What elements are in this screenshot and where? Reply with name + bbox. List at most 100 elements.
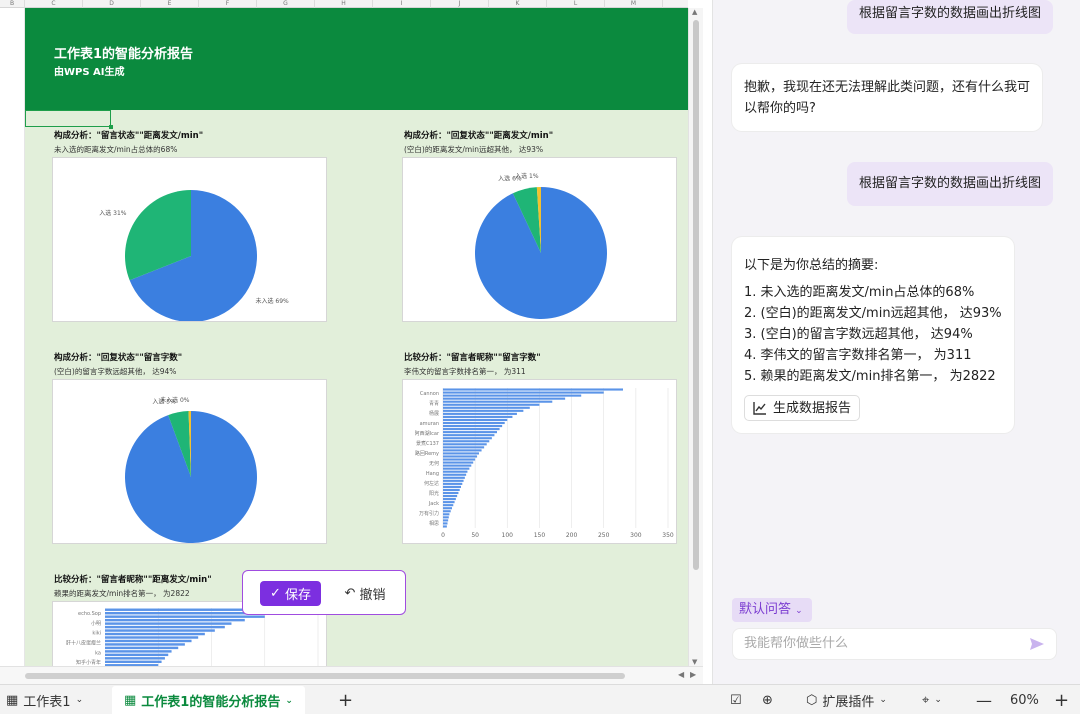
column-header-H[interactable]: H	[315, 0, 373, 8]
chevron-down-icon: ⌄	[285, 695, 293, 706]
bar	[443, 403, 540, 406]
bar	[443, 473, 467, 476]
pie-label: 未入选 0%	[160, 396, 190, 404]
column-header-F[interactable]: F	[199, 0, 257, 8]
y-category-label: 阿西湖Icar	[415, 430, 440, 437]
sheet-tab-1[interactable]: ▦ 工作表1 ⌄	[6, 685, 83, 714]
bar	[105, 636, 199, 639]
ai-chat-panel: 根据留言字数的数据画出折线图 抱歉，我现在还无法理解此类问题，还有什么我可以帮你…	[712, 0, 1080, 684]
column-header-I[interactable]: I	[373, 0, 431, 8]
bar-chart-nickname-wordcount[interactable]: 0 50 100 150 200 250 300 350 Cannon 青青 杨展 amuran 阿西湖…	[402, 379, 677, 544]
plugins-button[interactable]: ⬡ 扩展插件 ⌄	[806, 685, 887, 714]
column-header-E[interactable]: E	[141, 0, 199, 8]
bar	[443, 437, 492, 440]
y-category-label: Cannon	[420, 391, 439, 397]
x-tick-label: 250	[598, 532, 610, 539]
y-category-label: 阳光	[429, 490, 439, 497]
add-sheet-icon[interactable]: +	[338, 685, 353, 714]
column-header-K[interactable]: K	[489, 0, 547, 8]
x-tick-label: 350	[662, 532, 674, 539]
horizontal-scroll-thumb[interactable]	[25, 673, 625, 679]
chat-input[interactable]	[744, 636, 1014, 651]
bar	[105, 615, 265, 618]
chart-subtitle: 李伟文的留言字数排名第一， 为311	[404, 367, 526, 376]
column-header-B[interactable]: B	[0, 0, 25, 8]
bar	[443, 479, 464, 482]
selected-cell[interactable]	[25, 110, 113, 129]
bar	[105, 643, 185, 646]
sheet-tab-label: 工作表1的智能分析报告	[141, 695, 281, 710]
scroll-up-icon[interactable]: ▲	[692, 8, 697, 16]
send-icon[interactable]	[1028, 635, 1046, 653]
bar	[443, 391, 604, 394]
generate-report-button[interactable]: 生成数据报告	[744, 395, 861, 421]
pie-slice	[125, 411, 258, 543]
y-category-label: kiki	[92, 631, 101, 637]
bar	[443, 428, 500, 431]
summary-list: 1. 未入选的距离发文/min占总体的68% 2. (空白)的距离发文/min远…	[744, 282, 1002, 387]
y-category-label: ka	[95, 650, 101, 656]
column-header[interactable]: BCDEFGHIJKLM	[0, 0, 688, 8]
bar	[443, 452, 479, 455]
zoom-out-icon[interactable]: —	[976, 685, 992, 714]
chart-subtitle: 未入选的距离发文/min占总体的68%	[54, 145, 178, 154]
mode-selector[interactable]: 默认问答 ⌄	[732, 598, 812, 622]
status-bar: ▦ 工作表1 ⌄ ▦ 工作表1的智能分析报告 ⌄ + ☑ ⊕ ⬡ 扩展插件 ⌄ …	[0, 684, 1080, 714]
spreadsheet-area[interactable]: BCDEFGHIJKLM 工作表1的智能分析报告 由WPS AI生成 构成分析：…	[0, 0, 703, 684]
chart-title: 比较分析："留言者昵称""距离发文/min"	[54, 575, 212, 585]
horizontal-scrollbar[interactable]: ◀ ▶	[0, 666, 703, 684]
row-header[interactable]	[0, 8, 25, 666]
x-tick-label: 200	[566, 532, 578, 539]
column-header-G[interactable]: G	[257, 0, 315, 8]
zoom-level[interactable]: 60%	[1010, 685, 1039, 714]
bar	[443, 400, 553, 403]
bar	[443, 409, 524, 412]
bar	[105, 646, 179, 650]
y-category-label: 青青	[429, 400, 439, 407]
bar	[443, 421, 505, 425]
pie-chart-reply-status-distance[interactable]: (空白) 93%入选 6%入选 1%	[402, 157, 677, 322]
check-icon: ✓	[270, 586, 281, 601]
bar	[443, 491, 459, 495]
scroll-down-icon[interactable]: ▼	[692, 658, 697, 666]
bar	[443, 440, 490, 443]
x-tick-label: 100	[502, 532, 514, 539]
globe-icon[interactable]: ⊕	[762, 685, 773, 714]
column-header-L[interactable]: L	[547, 0, 605, 8]
checkbox-icon[interactable]: ☑	[730, 685, 742, 714]
bar	[105, 622, 232, 625]
chevron-down-icon: ⌄	[879, 695, 887, 705]
chart-title: 比较分析："留言者昵称""留言字数"	[404, 353, 541, 363]
y-category-label: 景煮C137	[416, 440, 439, 447]
bar	[443, 513, 450, 516]
column-header-J[interactable]: J	[431, 0, 489, 8]
view-mode-icon[interactable]: ⌖ ⌄	[922, 685, 942, 714]
plugins-label: 扩展插件	[822, 694, 875, 710]
bar	[443, 510, 451, 513]
pie-label: 入选 31%	[99, 209, 127, 217]
save-label: 保存	[284, 588, 311, 603]
bar	[443, 482, 463, 485]
undo-button[interactable]: ↶ 撤销	[335, 581, 395, 606]
zoom-in-icon[interactable]: +	[1054, 685, 1069, 714]
scroll-right-icon[interactable]: ▶	[690, 670, 696, 679]
mode-label: 默认问答	[739, 602, 792, 617]
y-category-label: echo.Sop	[78, 611, 101, 617]
scroll-left-icon[interactable]: ◀	[678, 670, 684, 679]
vertical-scroll-thumb[interactable]	[693, 20, 699, 570]
bar	[105, 618, 245, 622]
column-header-C[interactable]: C	[25, 0, 83, 8]
column-header-M[interactable]: M	[605, 0, 663, 8]
report-title: 工作表1的智能分析报告	[54, 47, 194, 62]
pie-chart-reply-status-wordcount[interactable]: (空白) 94%入选 5%未入选 0%	[52, 379, 327, 544]
chat-input-box[interactable]	[732, 628, 1057, 660]
save-button[interactable]: ✓ 保存	[260, 581, 321, 606]
bar	[105, 650, 172, 653]
bar	[443, 522, 448, 525]
pie-chart-leave-status[interactable]: 未入选 69% 入选 31%	[52, 157, 327, 322]
bar	[443, 507, 452, 510]
sheet-tab-2[interactable]: ▦ 工作表1的智能分析报告 ⌄	[112, 686, 305, 714]
column-header-D[interactable]: D	[83, 0, 141, 8]
bar	[443, 397, 566, 400]
vertical-scrollbar[interactable]: ▲ ▼	[688, 8, 703, 666]
